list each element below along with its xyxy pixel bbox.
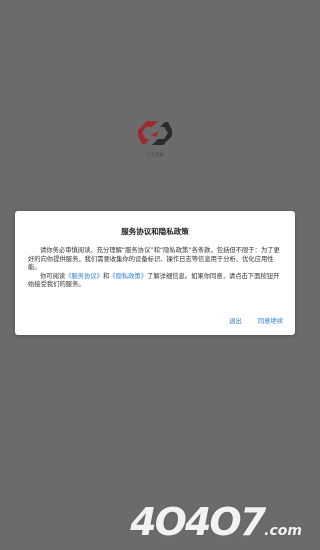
dialog-paragraph-1: 请你务必审慎阅读、充分理解“服务协议”和“隐私政策”各条款，包括但不限于：为了更… bbox=[28, 247, 280, 272]
site-watermark: 4O4O7.com bbox=[130, 500, 302, 544]
watermark-suffix: .com bbox=[264, 523, 302, 539]
brand-logo-icon bbox=[138, 121, 172, 145]
paragraph-2-prefix: 你可阅读 bbox=[40, 272, 66, 280]
dialog-paragraph-2: 你可阅读《服务协议》和《隐私政策》了解详细信息。如果你同意，请点击下面按钮开始接… bbox=[28, 273, 283, 290]
privacy-policy-link[interactable]: 《隐私政策》 bbox=[109, 273, 147, 280]
privacy-dialog: 服务协议和隐私政策 请你务必审慎阅读、充分理解“服务协议”和“隐私政策”各条款，… bbox=[15, 211, 295, 335]
dialog-actions: 退出 同意继续 bbox=[229, 316, 283, 325]
exit-button[interactable]: 退出 bbox=[229, 316, 242, 325]
dialog-title: 服务协议和隐私政策 bbox=[121, 227, 189, 236]
service-agreement-link[interactable]: 《服务协议》 bbox=[65, 273, 103, 280]
watermark-text: 4O4O7 bbox=[130, 500, 266, 544]
dialog-body: 请你务必审慎阅读、充分理解“服务协议”和“隐私政策”各条款，包括但不限于：为了更… bbox=[28, 247, 283, 290]
agree-continue-button[interactable]: 同意继续 bbox=[258, 316, 283, 325]
app-logo: 三七互娱 bbox=[0, 118, 310, 158]
logo-caption: 三七互娱 bbox=[146, 152, 164, 157]
